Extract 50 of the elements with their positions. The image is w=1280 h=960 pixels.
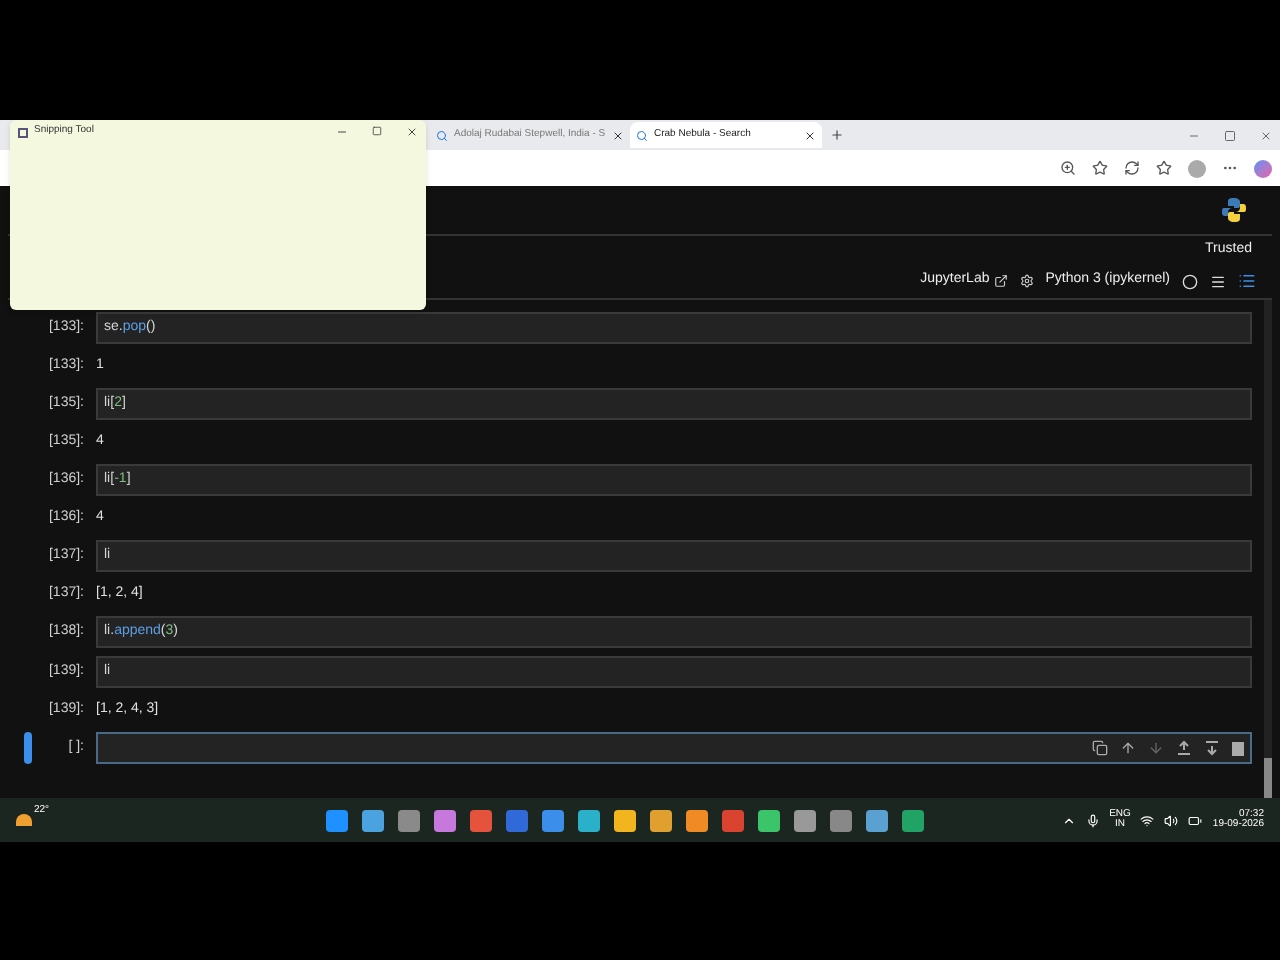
maximize-icon[interactable] [1224,129,1236,141]
favorites-icon[interactable] [1156,160,1172,176]
copilot-icon[interactable] [1254,159,1272,177]
taskbar-app-icon[interactable] [686,809,709,831]
insert-above-icon[interactable] [1176,740,1192,756]
taskbar-app-icon[interactable] [830,809,853,831]
taskbar-app-icon[interactable] [722,809,745,831]
new-tab-icon[interactable] [830,128,844,142]
insert-below-icon[interactable] [1204,740,1220,756]
close-icon[interactable] [406,126,418,138]
close-icon[interactable] [804,129,816,141]
search-icon [636,129,648,141]
settings-icon[interactable] [1019,274,1034,288]
wifi-icon[interactable] [1140,813,1155,827]
volume-icon[interactable] [1164,813,1179,827]
taskbar-app-icon[interactable] [758,809,781,831]
move-up-icon[interactable] [1120,740,1136,756]
weather-icon[interactable] [16,814,32,826]
kernel-status-icon [1182,273,1198,289]
battery-icon[interactable] [1188,813,1203,827]
taskbar-app-icon[interactable] [578,809,601,831]
taskbar-app-icon[interactable] [650,809,673,831]
taskbar-app-icon[interactable] [866,809,889,831]
mic-icon[interactable] [1085,813,1100,827]
external-link-icon [993,274,1008,288]
code-cell[interactable] [96,732,1252,764]
zoom-icon[interactable] [1060,160,1076,176]
taskbar-app-icon[interactable] [794,809,817,831]
property-inspector-icon[interactable] [1238,272,1256,290]
snipping-tool-icon [18,127,28,137]
taskbar-app-icon[interactable] [362,809,385,831]
move-down-icon[interactable] [1148,740,1164,756]
active-cell-marker [24,732,32,764]
taskbar-app-icon[interactable] [326,809,349,831]
taskbar-app-icon[interactable] [434,809,457,831]
taskbar-app-icon[interactable] [470,809,493,831]
python-logo-icon [1220,196,1248,224]
menu-icon[interactable] [1210,273,1226,289]
close-icon[interactable] [611,129,624,141]
tray-overflow-icon[interactable] [1061,813,1076,827]
search-icon [436,129,448,141]
delete-icon[interactable] [1232,740,1244,756]
maximize-icon[interactable] [372,126,382,136]
taskbar-app-icon[interactable] [902,809,925,831]
duplicate-icon[interactable] [1092,740,1108,756]
refresh-icon[interactable] [1124,160,1140,176]
taskbar-app-icon[interactable] [614,809,637,831]
taskbar-app-icon[interactable] [542,809,565,831]
star-icon[interactable] [1092,160,1108,176]
taskbar-app-icon[interactable] [398,809,421,831]
